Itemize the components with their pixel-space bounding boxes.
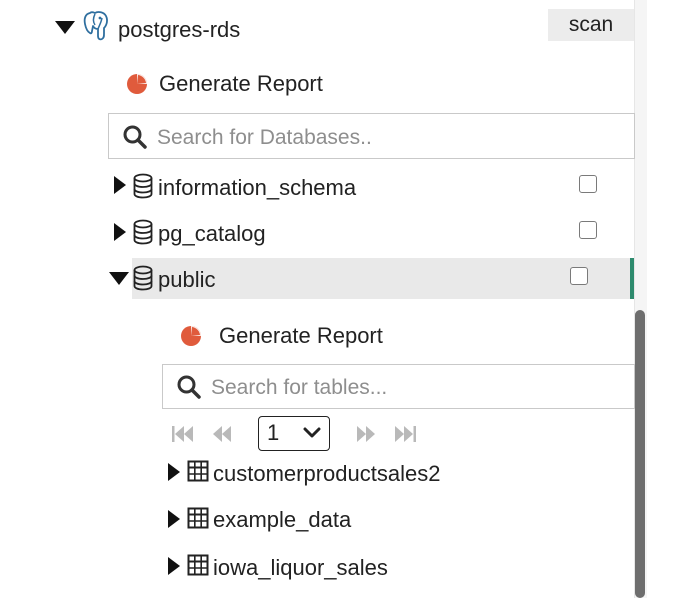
scrollbar-thumb[interactable] [635, 310, 645, 598]
checkbox-information-schema[interactable] [579, 175, 597, 193]
table-name-example-data[interactable]: example_data [213, 507, 351, 533]
expand-caret-table-customerproductsales2[interactable] [168, 463, 180, 481]
selected-row-accent [630, 258, 634, 299]
table-search-input[interactable]: Search for tables... [162, 364, 635, 409]
page-select-value: 1 [267, 420, 280, 445]
expand-caret-table-iowa-liquor-sales[interactable] [168, 557, 180, 575]
search-icon [123, 125, 147, 149]
connection-name[interactable]: postgres-rds [118, 17, 240, 43]
database-icon [133, 173, 153, 199]
database-name-public[interactable]: public [158, 267, 215, 293]
table-name-iowa-liquor-sales[interactable]: iowa_liquor_sales [213, 555, 388, 581]
expand-caret-pg-catalog[interactable] [114, 223, 126, 241]
page-select[interactable]: 1 [258, 416, 330, 451]
table-grid-icon [187, 554, 209, 576]
generate-report-public[interactable]: Generate Report [219, 323, 383, 349]
database-name-information-schema[interactable]: information_schema [158, 175, 356, 201]
next-page-icon[interactable] [355, 425, 377, 443]
previous-page-icon[interactable] [211, 425, 233, 443]
pie-chart-icon [181, 326, 201, 346]
first-page-icon[interactable] [171, 425, 195, 443]
table-search-placeholder: Search for tables... [211, 376, 388, 399]
database-name-pg-catalog[interactable]: pg_catalog [158, 221, 266, 247]
search-icon [177, 375, 201, 399]
table-name-customerproductsales2[interactable]: customerproductsales2 [213, 461, 440, 487]
last-page-icon[interactable] [393, 425, 417, 443]
collapse-caret-public[interactable] [109, 272, 129, 285]
table-grid-icon [187, 460, 209, 482]
scan-button[interactable]: scan [548, 9, 634, 41]
database-icon [133, 265, 153, 291]
postgres-elephant-icon [83, 11, 108, 41]
expand-caret-table-example-data[interactable] [168, 510, 180, 528]
checkbox-public[interactable] [570, 267, 588, 285]
checkbox-pg-catalog[interactable] [579, 221, 597, 239]
expand-caret-information-schema[interactable] [114, 176, 126, 194]
database-search-input[interactable]: Search for Databases.. [108, 113, 635, 159]
database-icon [133, 219, 153, 245]
database-search-placeholder: Search for Databases.. [157, 126, 372, 149]
generate-report-connection[interactable]: Generate Report [159, 71, 323, 97]
pie-chart-icon [127, 74, 147, 94]
connection-collapse-caret[interactable] [55, 21, 75, 34]
table-grid-icon [187, 507, 209, 529]
chevron-down-icon [303, 427, 321, 438]
